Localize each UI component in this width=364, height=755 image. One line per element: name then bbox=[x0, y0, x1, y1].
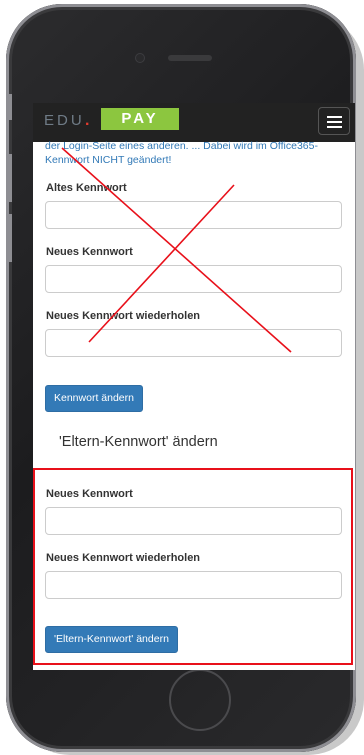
mute-switch bbox=[6, 94, 12, 120]
camera-icon bbox=[136, 54, 144, 62]
cross-line-2 bbox=[88, 184, 235, 343]
speaker-icon bbox=[168, 55, 212, 61]
home-button-icon[interactable] bbox=[169, 669, 231, 731]
cross-line-1 bbox=[61, 147, 292, 353]
phone-screen: EDU . PAY der Login-Seite eines anderen.… bbox=[33, 103, 355, 670]
volume-down-button bbox=[6, 214, 12, 262]
volume-up-button bbox=[6, 154, 12, 202]
strike-through-cross bbox=[61, 147, 292, 353]
